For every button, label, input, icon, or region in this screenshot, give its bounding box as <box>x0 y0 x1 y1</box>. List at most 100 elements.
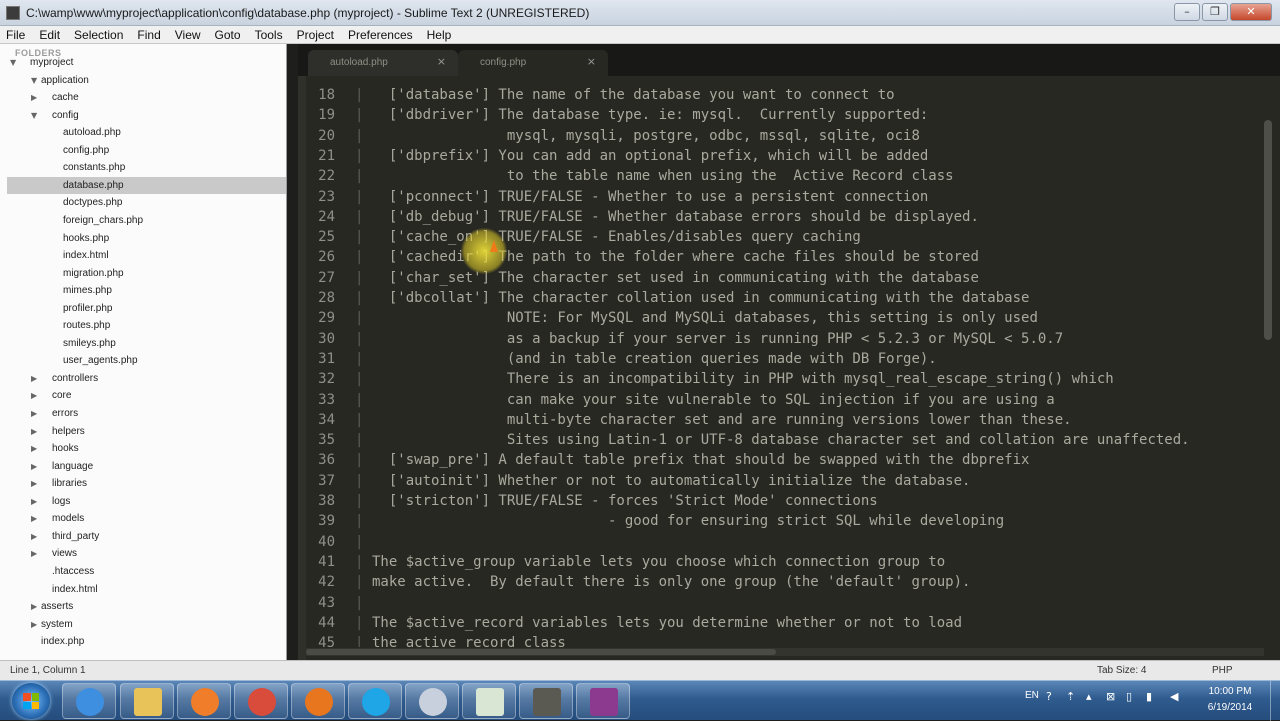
taskbar-app-button[interactable] <box>120 683 174 719</box>
sidebar-item--htaccess[interactable]: .htaccess <box>7 563 286 581</box>
code-line[interactable]: 24 | ['db_debug'] TRUE/FALSE - Whether da… <box>306 207 1264 227</box>
caret-right-icon[interactable]: ▶ <box>31 475 37 492</box>
taskbar-app-button[interactable] <box>234 683 288 719</box>
taskbar-app-button[interactable] <box>519 683 573 719</box>
code-line[interactable]: 28 | ['dbcollat'] The character collation… <box>306 288 1264 308</box>
sidebar-item-autoload-php[interactable]: autoload.php <box>7 124 286 142</box>
caret-right-icon[interactable]: ▶ <box>31 616 37 633</box>
sidebar-item-hooks[interactable]: ▶ hooks <box>7 440 286 458</box>
menu-find[interactable]: Find <box>137 28 160 42</box>
code-line[interactable]: 30 | as a backup if your server is runnin… <box>306 329 1264 349</box>
menu-file[interactable]: File <box>6 28 25 42</box>
taskbar-app-button[interactable] <box>462 683 516 719</box>
clock-date[interactable]: 6/19/2014 <box>1200 702 1260 713</box>
close-button[interactable]: ✕ <box>1230 3 1272 21</box>
code-line[interactable]: 35 | Sites using Latin-1 or UTF-8 databas… <box>306 430 1264 450</box>
sidebar-item-views[interactable]: ▶ views <box>7 545 286 563</box>
caret-right-icon[interactable]: ▶ <box>31 89 37 106</box>
sidebar-item-cache[interactable]: ▶ cache <box>7 89 286 107</box>
help-icon[interactable]: ? <box>1046 690 1052 703</box>
taskbar-app-button[interactable] <box>405 683 459 719</box>
code-line[interactable]: 26 | ['cachedir'] The path to the folder … <box>306 247 1264 267</box>
minimize-button[interactable]: – <box>1174 3 1200 21</box>
caret-right-icon[interactable]: ▶ <box>31 598 37 615</box>
tab-size-selector[interactable]: Tab Size: 4 <box>1097 665 1146 676</box>
code-line[interactable]: 20 | mysql, mysqli, postgre, odbc, mssql,… <box>306 126 1264 146</box>
code-line[interactable]: 33 | can make your site vulnerable to SQL… <box>306 390 1264 410</box>
code-line[interactable]: 45 | the active record class <box>306 633 1264 647</box>
menu-preferences[interactable]: Preferences <box>348 28 413 42</box>
sidebar-item-config[interactable]: ▼ config <box>7 107 286 125</box>
code-line[interactable]: 40 | <box>306 532 1264 552</box>
tab-autoload-php[interactable]: autoload.php × <box>308 50 458 76</box>
network-icon[interactable]: ⊠ <box>1106 690 1115 703</box>
code-line[interactable]: 21 | ['dbprefix'] You can add an optional… <box>306 146 1264 166</box>
menu-selection[interactable]: Selection <box>74 28 123 42</box>
caret-right-icon[interactable]: ▶ <box>31 510 37 527</box>
code-line[interactable]: 43 | <box>306 593 1264 613</box>
menu-project[interactable]: Project <box>297 28 334 42</box>
sidebar-item-routes-php[interactable]: routes.php <box>7 317 286 335</box>
tab-config-php[interactable]: config.php × <box>458 50 608 76</box>
sidebar-item-core[interactable]: ▶ core <box>7 387 286 405</box>
clock-time[interactable]: 10:00 PM <box>1200 686 1260 697</box>
taskbar-app-button[interactable] <box>177 683 231 719</box>
code-line[interactable]: 38 | ['stricton'] TRUE/FALSE - forces 'St… <box>306 491 1264 511</box>
caret-right-icon[interactable]: ▶ <box>31 370 37 387</box>
menu-tools[interactable]: Tools <box>255 28 283 42</box>
caret-down-icon[interactable]: ▼ <box>31 107 37 124</box>
code-line[interactable]: 32 | There is an incompatibility in PHP w… <box>306 369 1264 389</box>
menu-help[interactable]: Help <box>427 28 452 42</box>
sidebar-item-foreign-chars-php[interactable]: foreign_chars.php <box>7 212 286 230</box>
tab-close-icon[interactable]: × <box>437 55 446 68</box>
sidebar-item-database-php[interactable]: database.php <box>7 176 286 195</box>
code-line[interactable]: 39 | - good for ensuring strict SQL while… <box>306 511 1264 531</box>
taskbar-app-button[interactable] <box>291 683 345 719</box>
taskbar-app-button[interactable] <box>348 683 402 719</box>
horizontal-scroll-thumb[interactable] <box>306 649 776 655</box>
sidebar-item-smileys-php[interactable]: smileys.php <box>7 335 286 353</box>
start-button[interactable] <box>12 683 50 719</box>
caret-right-icon[interactable]: ▶ <box>31 405 37 422</box>
horizontal-scrollbar[interactable] <box>306 648 1264 656</box>
caret-right-icon[interactable]: ▶ <box>31 545 37 562</box>
code-line[interactable]: 36 | ['swap_pre'] A default table prefix … <box>306 450 1264 470</box>
sidebar-item-helpers[interactable]: ▶ helpers <box>7 423 286 441</box>
sidebar-item-logs[interactable]: ▶ logs <box>7 493 286 511</box>
code-line[interactable]: 29 | NOTE: For MySQL and MySQLi databases… <box>306 308 1264 328</box>
code-line[interactable]: 27 | ['char_set'] The character set used … <box>306 268 1264 288</box>
caret-right-icon[interactable]: ▶ <box>31 528 37 545</box>
code-line[interactable]: 42 | make active. By default there is only… <box>306 572 1264 592</box>
sidebar-item-libraries[interactable]: ▶ libraries <box>7 475 286 493</box>
sidebar-item-mimes-php[interactable]: mimes.php <box>7 282 286 300</box>
sidebar-item-index-html[interactable]: index.html <box>7 581 286 599</box>
caret-down-icon[interactable]: ▼ <box>10 54 16 71</box>
arrow-icon[interactable]: ⇡ <box>1066 690 1075 703</box>
caret-right-icon[interactable]: ▶ <box>31 423 37 440</box>
sidebar-item-models[interactable]: ▶ models <box>7 510 286 528</box>
caret-right-icon[interactable]: ▶ <box>31 458 37 475</box>
code-line[interactable]: 23 | ['pconnect'] TRUE/FALSE - Whether to… <box>306 187 1264 207</box>
taskbar-app-button[interactable] <box>62 683 116 719</box>
sidebar-item-third-party[interactable]: ▶ third_party <box>7 528 286 546</box>
battery-icon[interactable]: ▯ <box>1126 690 1132 703</box>
signal-icon[interactable]: ▮ <box>1146 690 1152 703</box>
maximize-button[interactable]: ❐ <box>1202 3 1228 21</box>
sidebar-item-hooks-php[interactable]: hooks.php <box>7 230 286 248</box>
sidebar-item-controllers[interactable]: ▶ controllers <box>7 370 286 388</box>
syntax-selector[interactable]: PHP <box>1212 665 1233 676</box>
caret-down-icon[interactable]: ▼ <box>31 72 37 89</box>
code-line[interactable]: 34 | multi-byte character set and are run… <box>306 410 1264 430</box>
code-line[interactable]: 44 | The $active_record variables lets you… <box>306 613 1264 633</box>
code-line[interactable]: 41 | The $active_group variable lets you c… <box>306 552 1264 572</box>
vertical-scrollbar[interactable] <box>1264 120 1272 340</box>
tray-expand-icon[interactable]: ▴ <box>1086 690 1092 703</box>
code-line[interactable]: 31 | (and in table creation queries made … <box>306 349 1264 369</box>
sidebar-item-index-html[interactable]: index.html <box>7 247 286 265</box>
tab-close-icon[interactable]: × <box>587 55 596 68</box>
sidebar-item-config-php[interactable]: config.php <box>7 142 286 160</box>
sidebar-item-constants-php[interactable]: constants.php <box>7 159 286 177</box>
volume-icon[interactable]: ◀ <box>1170 690 1178 703</box>
sidebar-item-user-agents-php[interactable]: user_agents.php <box>7 352 286 370</box>
sidebar-item-application[interactable]: ▼ application <box>7 72 286 90</box>
